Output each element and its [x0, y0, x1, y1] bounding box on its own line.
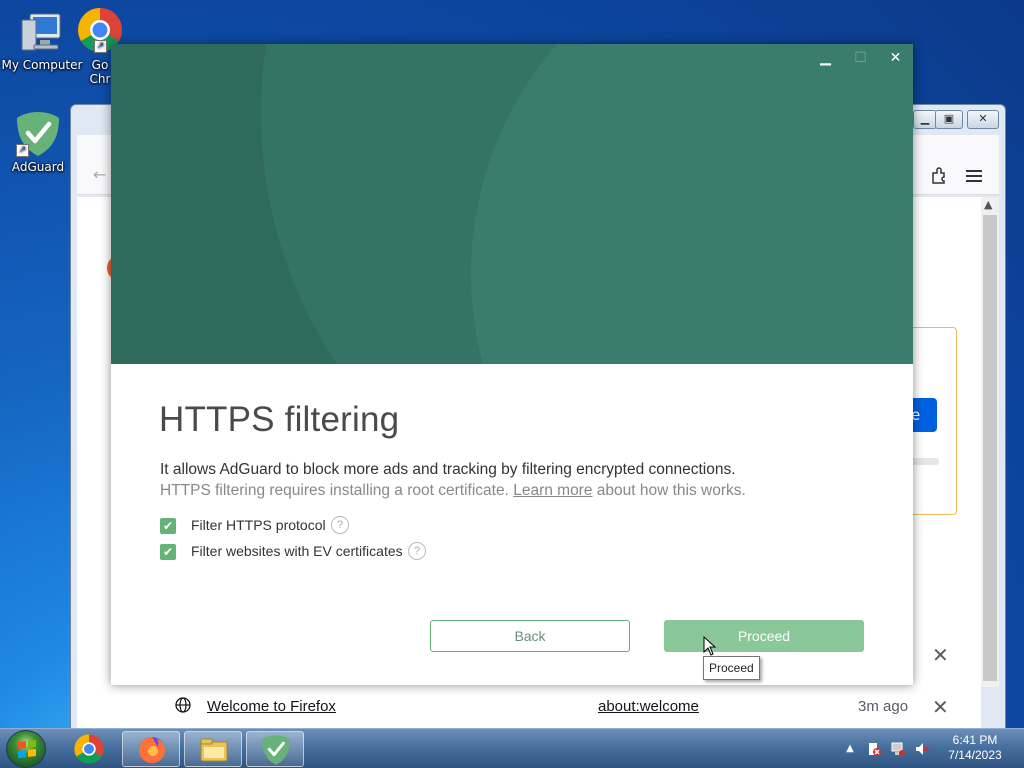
close-button[interactable]: ✕ — [967, 110, 999, 129]
shortcut-arrow-icon: ↗ — [16, 144, 29, 157]
mouse-cursor-icon — [703, 636, 717, 656]
shortcut-arrow-icon: ↗ — [94, 40, 107, 53]
menu-icon[interactable] — [966, 169, 982, 183]
scroll-up-arrow-icon[interactable]: ▲ — [984, 198, 992, 211]
history-time: 3m ago — [858, 698, 909, 715]
primary-button[interactable]: e — [909, 398, 937, 432]
filter-https-checkbox[interactable]: ✔ — [160, 518, 176, 534]
network-icon[interactable] — [890, 741, 906, 757]
close-button[interactable]: ✕ — [878, 44, 913, 72]
window-controls: ▁ ☐ ✕ — [808, 44, 913, 72]
desktop-icon-my-computer[interactable]: My Computer — [0, 10, 84, 73]
close-icon[interactable]: ✕ — [932, 643, 949, 667]
hero-decoration — [471, 44, 913, 364]
onboarding-card: e — [909, 327, 957, 515]
history-title-link[interactable]: Welcome to Firefox — [207, 698, 336, 715]
clock-time: 6:41 PM — [952, 733, 998, 747]
certificate-note-suffix: about how this works. — [596, 482, 746, 499]
filter-https-label: Filter HTTPS protocol — [191, 517, 326, 533]
chrome-icon — [74, 734, 104, 764]
system-clock[interactable]: 6:41 PM 7/14/2023 — [940, 733, 1010, 763]
taskbar-chrome[interactable] — [60, 731, 118, 767]
computer-icon — [21, 13, 61, 51]
close-icon[interactable]: ✕ — [932, 695, 949, 720]
action-center-alert-icon[interactable] — [866, 741, 882, 757]
desktop-icon-label: My Computer — [1, 58, 83, 72]
progress-bar — [909, 458, 939, 465]
filter-ev-label: Filter websites with EV certificates — [191, 543, 403, 559]
show-hidden-icons-icon[interactable]: ▲ — [842, 741, 858, 757]
taskbar-adguard[interactable] — [246, 731, 304, 767]
history-row[interactable]: Welcome to Firefox about:welcome 3m ago … — [171, 695, 971, 719]
scrollbar-thumb[interactable] — [983, 215, 997, 681]
proceed-button[interactable]: Proceed — [664, 620, 864, 652]
help-icon[interactable]: ? — [331, 516, 349, 534]
maximize-button: ☐ — [854, 50, 867, 66]
taskbar-firefox[interactable] — [122, 731, 180, 767]
extensions-icon[interactable] — [930, 167, 948, 185]
scrollbar[interactable]: ▲ — [981, 197, 999, 687]
windows-logo-icon — [18, 740, 36, 758]
maximize-button[interactable]: ▣ — [935, 110, 963, 129]
hero-banner: ▁ ☐ ✕ — [111, 44, 913, 364]
back-button[interactable]: Back — [430, 620, 630, 652]
adguard-icon — [262, 735, 290, 765]
taskbar-file-explorer[interactable] — [184, 731, 242, 767]
firefox-icon — [139, 737, 165, 763]
minimize-button[interactable]: ▁ — [913, 110, 937, 129]
file-explorer-icon — [200, 738, 228, 762]
clock-date: 7/14/2023 — [948, 748, 1002, 762]
history-url-link[interactable]: about:welcome — [598, 698, 699, 715]
desktop-icon-adguard[interactable]: ↗ AdGuard — [0, 110, 80, 175]
adguard-setup-dialog: ▁ ☐ ✕ HTTPS filtering It allows AdGuard … — [111, 44, 913, 685]
learn-more-link[interactable]: Learn more — [513, 482, 592, 499]
certificate-note: HTTPS filtering requires installing a ro… — [160, 482, 746, 500]
start-button[interactable] — [6, 730, 46, 768]
help-icon[interactable]: ? — [408, 542, 426, 560]
back-arrow-icon[interactable]: ← — [93, 165, 106, 184]
desktop-icon-label: AdGuard — [11, 160, 65, 174]
volume-muted-icon[interactable] — [914, 741, 930, 757]
minimize-button[interactable]: ▁ — [808, 44, 843, 72]
taskbar: ▲ 6:41 PM 7/14/2023 — [0, 728, 1024, 768]
certificate-note-text: HTTPS filtering requires installing a ro… — [160, 482, 509, 499]
proceed-tooltip: Proceed — [703, 656, 760, 680]
globe-icon — [175, 697, 191, 713]
filter-ev-checkbox[interactable]: ✔ — [160, 544, 176, 560]
page-title: HTTPS filtering — [159, 400, 400, 439]
description-text: It allows AdGuard to block more ads and … — [160, 461, 736, 478]
system-tray: ▲ 6:41 PM 7/14/2023 — [840, 729, 1024, 768]
